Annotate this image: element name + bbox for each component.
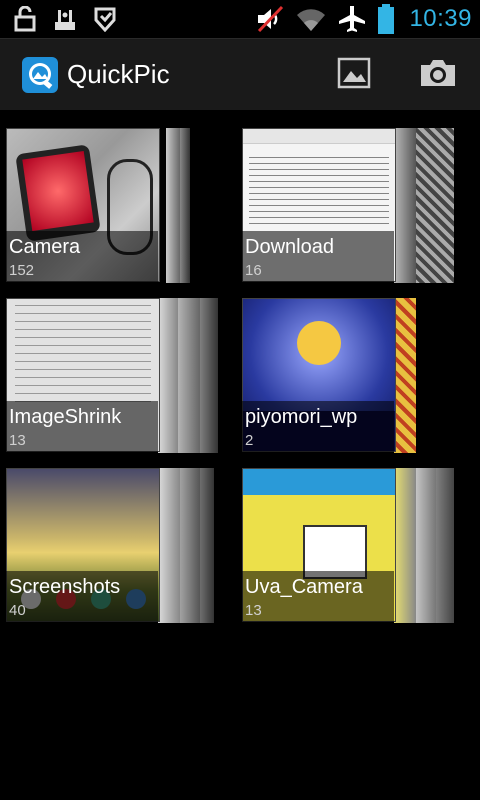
folder-label: Screenshots 40 [6, 571, 158, 623]
gallery-icon [337, 57, 371, 94]
app-title: QuickPic [67, 59, 170, 89]
folder-uva-camera[interactable]: Uva_Camera 13 [242, 468, 472, 623]
wifi-tether-icon [52, 6, 78, 32]
action-bar: QuickPic [0, 38, 480, 111]
camera-icon [419, 58, 457, 93]
folder-count: 2 [245, 432, 254, 449]
folder-label: Uva_Camera 13 [242, 571, 394, 623]
folder-count: 13 [9, 432, 26, 449]
folder-name: ImageShrink [9, 406, 122, 428]
gallery-button[interactable] [330, 53, 378, 97]
folder-label: Camera 152 [6, 231, 158, 283]
folder-piyomori-wp[interactable]: piyomori_wp 2 [242, 298, 472, 453]
folder-name: Download [245, 236, 334, 258]
battery-icon [377, 4, 395, 34]
folder-download[interactable]: Download 16 [242, 128, 472, 283]
folder-imageshrink[interactable]: ImageShrink 13 [6, 298, 236, 453]
folder-grid: Camera 152 Download 16 ImageShrink 13 pi… [0, 110, 480, 800]
folder-name: Screenshots [9, 576, 121, 598]
folder-camera[interactable]: Camera 152 [6, 128, 236, 283]
folder-label: piyomori_wp 2 [242, 401, 394, 453]
status-clock: 10:39 [409, 5, 472, 32]
folder-name: piyomori_wp [245, 406, 358, 428]
camera-button[interactable] [414, 53, 462, 97]
airplane-icon [337, 4, 367, 34]
folder-count: 152 [9, 262, 35, 279]
folder-name: Camera [9, 236, 81, 258]
folder-screenshots[interactable]: Screenshots 40 [6, 468, 236, 623]
folder-count: 16 [245, 262, 262, 279]
folder-count: 40 [9, 602, 26, 619]
mute-volume-icon [255, 5, 285, 33]
quickpic-logo-icon[interactable] [22, 57, 58, 93]
folder-label: ImageShrink 13 [6, 401, 158, 453]
shield-icon [94, 6, 116, 32]
folder-count: 13 [245, 602, 262, 619]
status-bar: 10:39 [0, 0, 480, 38]
folder-name: Uva_Camera [245, 576, 363, 598]
wifi-icon [295, 5, 327, 33]
folder-label: Download 16 [242, 231, 394, 283]
unlock-icon [14, 6, 36, 32]
